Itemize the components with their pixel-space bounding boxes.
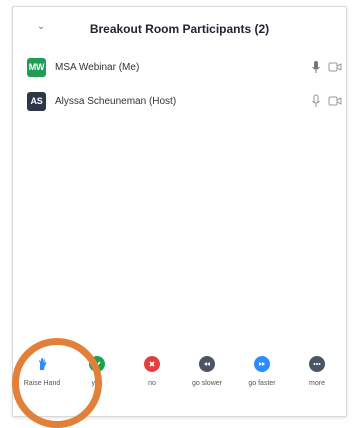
go-slower-button[interactable]: go slower: [184, 356, 230, 416]
reactions-bar: Raise Hand yes no go slower go faster mo…: [13, 344, 346, 416]
ellipsis-icon: [309, 356, 325, 372]
camera-off-icon[interactable]: [328, 95, 342, 107]
no-button[interactable]: no: [129, 356, 175, 416]
go-faster-button[interactable]: go faster: [239, 356, 285, 416]
microphone-icon[interactable]: [310, 94, 322, 108]
avatar: MW: [27, 57, 46, 77]
reaction-label: no: [148, 380, 156, 387]
reaction-label: go faster: [248, 380, 276, 387]
participants-panel: ⌄ Breakout Room Participants (2) MW MSA …: [12, 6, 347, 417]
reaction-label: yes: [91, 380, 103, 387]
participant-name: MSA Webinar (Me): [55, 61, 140, 73]
more-button[interactable]: more: [294, 356, 340, 416]
panel-title: Breakout Room Participants (2): [89, 22, 270, 36]
participant-row[interactable]: AS Alyssa Scheuneman (Host): [13, 87, 346, 115]
camera-off-icon[interactable]: [328, 61, 342, 73]
reaction-label: Raise Hand: [23, 380, 61, 387]
reaction-label: more: [309, 380, 325, 387]
microphone-icon[interactable]: [310, 60, 322, 74]
panel-header: ⌄ Breakout Room Participants (2): [13, 7, 346, 51]
reaction-label: go slower: [192, 380, 222, 387]
rewind-icon: [199, 356, 215, 372]
yes-button[interactable]: yes: [74, 356, 120, 416]
avatar: AS: [27, 91, 46, 111]
participant-name: Alyssa Scheuneman (Host): [55, 95, 177, 107]
fast-forward-icon: [254, 356, 270, 372]
x-icon: [144, 356, 160, 372]
participant-row[interactable]: MW MSA Webinar (Me): [13, 53, 346, 81]
check-icon: [89, 356, 105, 372]
raise-hand-icon: [39, 358, 47, 370]
raise-hand-button[interactable]: Raise Hand: [19, 356, 65, 416]
